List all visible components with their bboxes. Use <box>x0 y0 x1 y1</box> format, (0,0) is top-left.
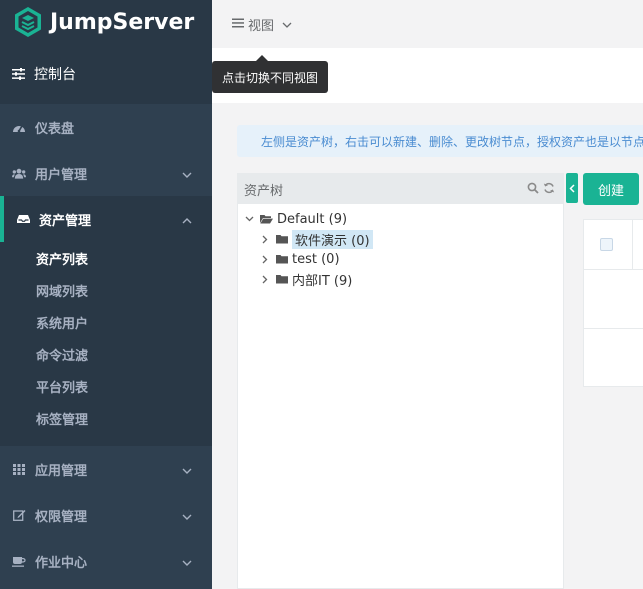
chevron-right-icon[interactable] <box>258 275 272 284</box>
tree-node-label: Default (9) <box>277 211 348 227</box>
tree-node-label: 内部IT (9) <box>292 273 353 289</box>
console-link[interactable]: 控制台 <box>0 44 212 104</box>
view-switch-label: 视图 <box>248 18 275 34</box>
tree-node-label: 软件演示 (0) <box>292 229 373 249</box>
sidebar-item-assets[interactable]: 资产管理 <box>0 196 212 242</box>
sidebar-item-users[interactable]: 用户管理 <box>0 150 212 196</box>
table-row <box>584 270 643 329</box>
folder-icon <box>276 254 288 264</box>
submenu-item-label-management[interactable]: 标签管理 <box>0 402 212 434</box>
asset-submenu: 资产列表 网域列表 系统用户 命令过滤 平台列表 标签管理 <box>0 242 212 446</box>
sidebar: JumpServer 控制台 仪表盘 用户管理 资产管理 资产列表 网域列表 系… <box>0 0 212 589</box>
submenu-item-asset-list[interactable]: 资产列表 <box>0 242 212 274</box>
chevron-down-icon <box>182 509 192 524</box>
chevron-up-icon <box>182 213 192 228</box>
create-button[interactable]: 创建 <box>583 173 639 205</box>
tree-node[interactable]: 内部IT (9) <box>238 269 563 289</box>
inbox-icon <box>16 214 30 224</box>
sidebar-item-label: 作业中心 <box>35 555 88 571</box>
search-icon[interactable] <box>527 182 539 198</box>
coffee-icon <box>12 556 26 567</box>
column-divider <box>632 220 633 270</box>
asset-tree-panel: 资产树 Default (9) 软件演示 (0) test (0) 内部IT (… <box>237 173 564 589</box>
sidebar-item-applications[interactable]: 应用管理 <box>0 446 212 492</box>
submenu-item-command-filter[interactable]: 命令过滤 <box>0 338 212 370</box>
asset-tree-header: 资产树 <box>238 174 563 204</box>
tree-node[interactable]: 软件演示 (0) <box>238 229 563 249</box>
refresh-icon[interactable] <box>543 182 555 198</box>
chevron-down-icon <box>282 17 292 32</box>
edit-icon <box>12 509 26 521</box>
chevron-down-icon <box>182 463 192 478</box>
submenu-item-system-users[interactable]: 系统用户 <box>0 306 212 338</box>
asset-table <box>583 219 643 387</box>
folder-icon <box>276 274 288 284</box>
tree-node-root[interactable]: Default (9) <box>238 209 563 229</box>
folder-open-icon <box>260 214 273 224</box>
tree-tools <box>527 182 555 198</box>
asset-tree-title: 资产树 <box>244 183 284 199</box>
sidebar-item-label: 应用管理 <box>35 463 88 479</box>
chevron-right-icon[interactable] <box>258 255 272 264</box>
chevron-left-icon <box>569 183 575 193</box>
sidebar-item-label: 权限管理 <box>35 509 88 525</box>
users-icon <box>12 168 26 179</box>
jumpserver-logo-icon <box>15 7 41 37</box>
grid-icon <box>12 463 26 475</box>
folder-icon <box>276 234 288 244</box>
chevron-right-icon[interactable] <box>258 235 272 244</box>
collapse-tree-button[interactable] <box>566 173 578 203</box>
chevron-down-icon <box>182 167 192 182</box>
tree-node[interactable]: test (0) <box>238 249 563 269</box>
sidebar-item-dashboard[interactable]: 仪表盘 <box>0 104 212 150</box>
sidebar-item-permissions[interactable]: 权限管理 <box>0 492 212 538</box>
menu-lines-icon <box>232 17 244 32</box>
info-alert: 左侧是资产树，右击可以新建、删除、更改树节点，授权资产也是以节点 <box>237 125 643 157</box>
logo[interactable]: JumpServer <box>0 0 212 44</box>
logo-text: JumpServer <box>50 9 195 35</box>
sidebar-item-label: 仪表盘 <box>35 121 75 137</box>
sidebar-item-label: 用户管理 <box>35 167 88 183</box>
console-label: 控制台 <box>34 67 76 83</box>
view-switch-tooltip: 点击切换不同视图 <box>212 61 328 93</box>
chevron-down-icon <box>182 555 192 570</box>
sidebar-item-label: 资产管理 <box>39 213 92 229</box>
table-header <box>584 220 643 270</box>
sliders-icon <box>12 68 26 80</box>
asset-tree: Default (9) 软件演示 (0) test (0) 内部IT (9) <box>238 204 563 289</box>
dashboard-icon <box>12 122 26 133</box>
chevron-down-icon[interactable] <box>242 216 256 222</box>
select-all-checkbox[interactable] <box>600 238 613 251</box>
submenu-item-platform-list[interactable]: 平台列表 <box>0 370 212 402</box>
sidebar-item-jobs[interactable]: 作业中心 <box>0 538 212 584</box>
submenu-item-domain-list[interactable]: 网域列表 <box>0 274 212 306</box>
top-navbar: 视图 <box>212 0 643 48</box>
tree-node-label: test (0) <box>292 251 340 267</box>
view-switch-button[interactable]: 视图 <box>232 15 292 34</box>
